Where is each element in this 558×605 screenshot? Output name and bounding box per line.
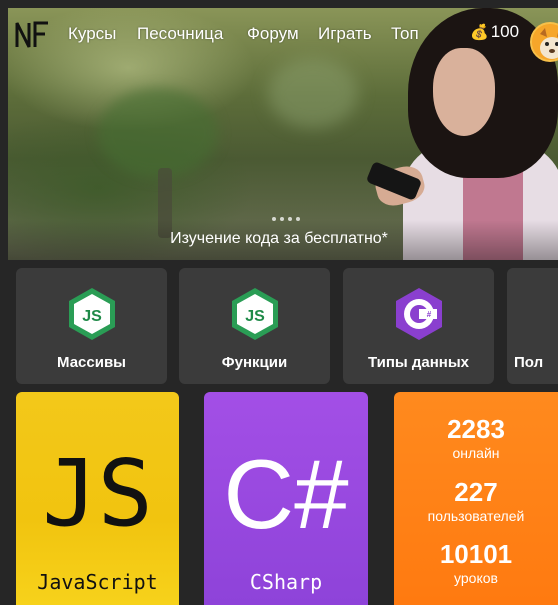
course-card-glyph: C#	[223, 439, 349, 549]
js-hexagon-icon: JS	[232, 288, 278, 340]
avatar-animal-icon	[532, 24, 558, 60]
money-bag-icon: 💰	[470, 24, 489, 41]
svg-text:#: #	[427, 310, 432, 319]
hero-person-face	[433, 48, 495, 136]
csharp-hexagon-icon: #	[396, 288, 442, 340]
svg-text:JS: JS	[82, 308, 102, 325]
js-hexagon-icon: JS	[69, 288, 115, 340]
stat-lessons-label: уроков	[454, 570, 498, 586]
avatar[interactable]	[530, 22, 558, 62]
course-card-javascript[interactable]: JS JavaScript	[16, 392, 179, 605]
stat-users-value: 227	[454, 477, 498, 507]
carousel-dot[interactable]	[272, 217, 276, 221]
topic-label: Типы данных	[368, 354, 469, 371]
coin-balance[interactable]: 💰 100	[470, 22, 519, 42]
stats-panel: 2283 онлайн 227 пользователей 10101 урок…	[394, 392, 558, 605]
top-navbar: Курсы Песочница Форум Играть Топ 💰 100	[8, 8, 558, 62]
course-card-name: JavaScript	[37, 570, 158, 594]
topic-label: Функции	[221, 354, 288, 371]
carousel-dot[interactable]	[280, 217, 284, 221]
topic-tile-data-types[interactable]: # Типы данных	[343, 268, 494, 384]
nav-link-courses[interactable]: Курсы	[68, 24, 116, 44]
carousel-dot[interactable]	[296, 217, 300, 221]
topic-label: Пол	[514, 354, 544, 371]
topic-row: JS Массивы JS Функции # Типы данных Пол	[16, 268, 558, 384]
coin-count: 100	[490, 22, 520, 41]
course-card-glyph: JS	[42, 440, 153, 547]
svg-text:JS: JS	[245, 308, 265, 325]
nav-link-forum[interactable]: Форум	[247, 24, 299, 44]
stat-users-label: пользователей	[427, 508, 525, 524]
course-card-csharp[interactable]: C# CSharp	[204, 392, 368, 605]
background-foliage	[268, 58, 358, 128]
topic-label: Массивы	[57, 354, 126, 371]
topic-tile-arrays[interactable]: JS Массивы	[16, 268, 167, 384]
nav-link-sandbox[interactable]: Песочница	[137, 24, 223, 44]
carousel-dot[interactable]	[288, 217, 292, 221]
background-foliage	[98, 88, 218, 178]
carousel-indicator[interactable]	[272, 217, 300, 221]
stat-online-label: онлайн	[452, 445, 500, 461]
stat-lessons-value: 10101	[439, 539, 513, 569]
nav-link-play[interactable]: Играть	[318, 24, 372, 44]
nav-link-top[interactable]: Топ	[391, 24, 419, 44]
course-card-name: CSharp	[249, 570, 323, 594]
topic-tile-partial[interactable]: Пол	[507, 268, 558, 384]
stat-online-value: 2283	[447, 414, 505, 444]
topic-tile-functions[interactable]: JS Функции	[179, 268, 330, 384]
logo[interactable]	[14, 20, 50, 50]
hero-caption: Изучение кода за бесплатно*	[170, 230, 388, 247]
